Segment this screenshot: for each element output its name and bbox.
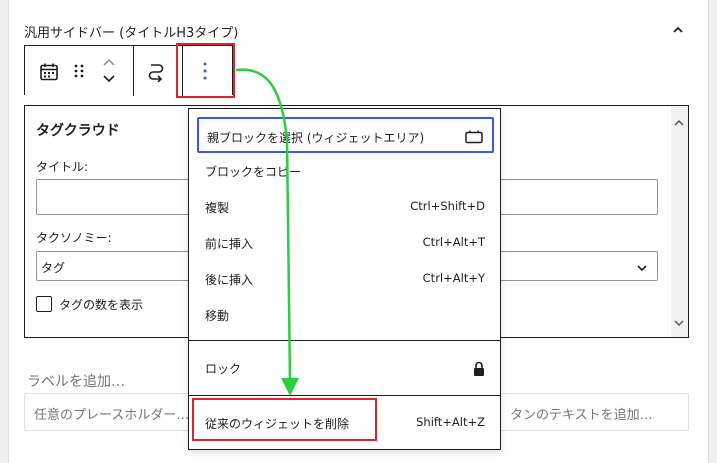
menu-item-label: 移動 xyxy=(205,309,230,323)
checkbox-label: タグの数を表示 xyxy=(59,298,144,312)
block-title: タグクラウド xyxy=(36,123,120,139)
placeholder-left-text: 任意のプレースホルダー… xyxy=(34,408,190,423)
menu-item-shortcut: Shift+Alt+Z xyxy=(416,415,485,429)
scroll-down-icon[interactable] xyxy=(674,312,684,331)
menu-item-move[interactable]: 移動 xyxy=(197,297,494,333)
menu-item-label: ブロックをコピー xyxy=(205,165,302,179)
menu-item-label: 親ブロックを選択 (ウィジェットエリア) xyxy=(207,131,425,145)
widget-area-icon xyxy=(465,130,483,147)
menu-item-label: ロック xyxy=(205,362,242,376)
menu-divider xyxy=(189,395,500,396)
menu-item-shortcut: Ctrl+Shift+D xyxy=(410,199,485,213)
drag-handle-icon[interactable] xyxy=(73,63,85,83)
chevron-down-icon xyxy=(635,260,649,279)
menu-item-label: 後に挿入 xyxy=(205,273,254,287)
lock-icon xyxy=(473,361,485,380)
menu-item-lock[interactable]: ロック xyxy=(197,350,494,386)
scroll-up-icon[interactable] xyxy=(674,112,684,131)
widget-area-title[interactable]: 汎用サイドバー (タイトルH3タイプ) xyxy=(24,22,238,41)
menu-item-duplicate[interactable]: 複製 Ctrl+Shift+D xyxy=(197,189,494,225)
taxonomy-value: タグ xyxy=(41,261,66,275)
transform-icon[interactable] xyxy=(147,62,165,86)
block-scrollbar[interactable] xyxy=(671,106,688,337)
menu-item-select-parent[interactable]: 親ブロックを選択 (ウィジェットエリア) xyxy=(197,117,494,153)
highlight-delete-item xyxy=(192,398,377,441)
calendar-icon[interactable] xyxy=(39,62,59,86)
chevron-up-icon[interactable] xyxy=(670,22,686,38)
add-label-field[interactable]: ラベルを追加… xyxy=(27,371,125,391)
menu-item-insert-after[interactable]: 後に挿入 Ctrl+Alt+Y xyxy=(197,261,494,297)
menu-divider xyxy=(189,340,500,341)
highlight-more-options xyxy=(176,43,235,98)
menu-item-insert-before[interactable]: 前に挿入 Ctrl+Alt+T xyxy=(197,225,494,261)
menu-item-copy-block[interactable]: ブロックをコピー xyxy=(197,153,494,189)
menu-item-shortcut: Ctrl+Alt+Y xyxy=(422,271,485,285)
up-down-arrows-icon[interactable] xyxy=(101,56,117,90)
menu-item-shortcut: Ctrl+Alt+T xyxy=(422,235,485,249)
title-label: タイトル: xyxy=(36,160,89,174)
page-background: 汎用サイドバー (タイトルH3タイプ) タグクラウド タイトル: タクソノミー:… xyxy=(0,0,717,463)
menu-item-label: 複製 xyxy=(205,201,230,215)
menu-item-label: 前に挿入 xyxy=(205,237,254,251)
toolbar-divider xyxy=(133,46,134,96)
taxonomy-label: タクソノミー: xyxy=(36,231,112,245)
show-count-checkbox[interactable] xyxy=(36,296,52,312)
placeholder-right-text: タンのテキストを追加… xyxy=(510,408,653,423)
